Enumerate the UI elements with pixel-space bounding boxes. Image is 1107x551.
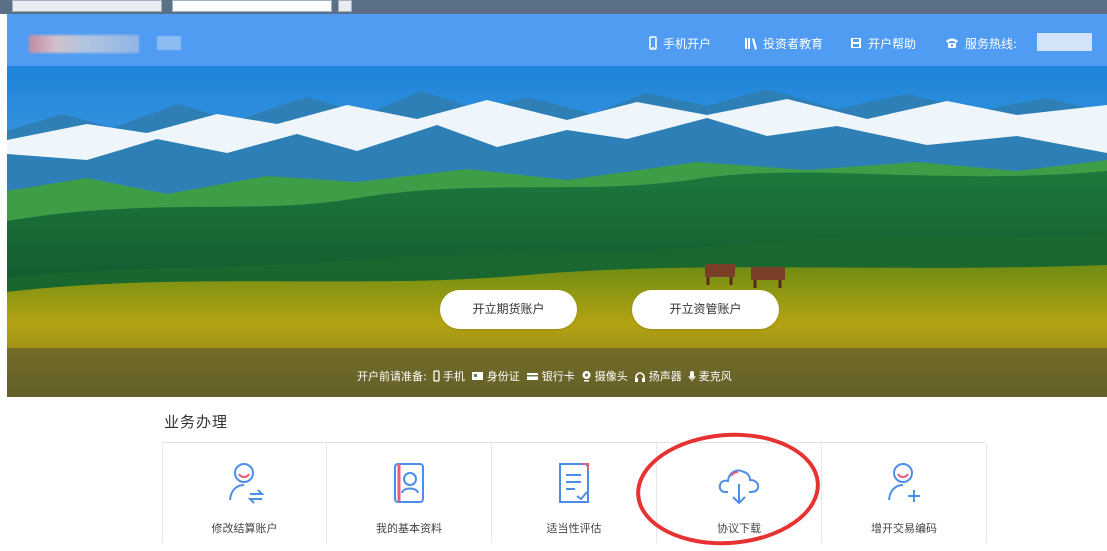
mobile-account-link[interactable]: 手机开户 (649, 33, 711, 53)
logo-mark (157, 36, 181, 50)
account-requirements-bar: 开户前请准备: 手机 身份证 银行卡 摄像头 扬声器 麦克风 (357, 367, 732, 385)
account-help-label: 开户帮助 (868, 36, 917, 51)
add-trading-code-label: 增开交易编码 (871, 522, 937, 535)
save-disk-icon (851, 38, 861, 48)
investor-education-link[interactable]: 投资者教育 (744, 33, 823, 53)
telephone-icon (946, 38, 958, 48)
open-futures-account-button[interactable]: 开立期货账户 (440, 290, 577, 329)
id-card-icon (471, 372, 483, 380)
suitability-assessment-card[interactable]: 适当性评估 (492, 443, 657, 543)
basic-profile-card[interactable]: 我的基本资料 (327, 443, 492, 543)
hotline-number-redacted (1037, 33, 1092, 51)
investor-education-label: 投资者教育 (763, 36, 824, 51)
microphone-icon (688, 371, 696, 381)
bank-card-icon (526, 372, 538, 380)
active-browser-tab[interactable] (172, 0, 332, 12)
browser-tab-strip (0, 0, 1107, 14)
hero-banner: 开立期货账户 开立资管账户 (7, 66, 1107, 397)
add-trading-code-card[interactable]: 增开交易编码 (822, 443, 987, 543)
headphones-icon (634, 371, 645, 382)
requirement-phone: 手机 (427, 368, 465, 384)
requirement-microphone: 麦克风 (682, 368, 732, 384)
user-switch-icon (229, 463, 265, 504)
requirement-speaker: 扬声器 (628, 368, 682, 384)
mobile-phone-icon (433, 370, 440, 382)
requirement-camera: 摄像头 (575, 368, 628, 384)
webcam-icon (582, 371, 591, 382)
requirement-id-card: 身份证 (465, 368, 520, 384)
service-hotline-label: 服务热线: (965, 36, 1018, 51)
top-header: 手机开户 投资者教育 开户帮助 服务热线: (7, 14, 1107, 66)
user-add-icon (888, 463, 920, 502)
modify-settlement-account-card[interactable]: 修改结算账户 (162, 443, 327, 543)
suitability-assessment-label: 适当性评估 (546, 522, 602, 535)
browser-tab[interactable] (12, 0, 162, 12)
books-icon (745, 37, 757, 50)
mobile-account-label: 手机开户 (663, 36, 712, 51)
service-hotline: 服务热线: (945, 33, 1017, 53)
mountain-meadow-image (7, 66, 1107, 397)
company-logo[interactable] (29, 35, 139, 53)
open-asset-management-account-button[interactable]: 开立资管账户 (632, 290, 779, 329)
business-services-grid: 修改结算账户 我的基本资料 适当性评估 协议下载 增开交易编码 (162, 442, 987, 543)
modify-settlement-account-label: 修改结算账户 (211, 522, 278, 535)
basic-profile-label: 我的基本资料 (376, 522, 442, 535)
new-tab-button[interactable] (338, 0, 352, 12)
profile-book-icon (394, 463, 424, 503)
mobile-phone-icon (649, 36, 657, 50)
account-help-link[interactable]: 开户帮助 (850, 33, 916, 53)
business-section-title: 业务办理 (164, 413, 229, 431)
requirement-bank-card: 银行卡 (520, 368, 575, 384)
assessment-icon (559, 463, 589, 503)
requirements-label: 开户前请准备: (357, 370, 427, 383)
